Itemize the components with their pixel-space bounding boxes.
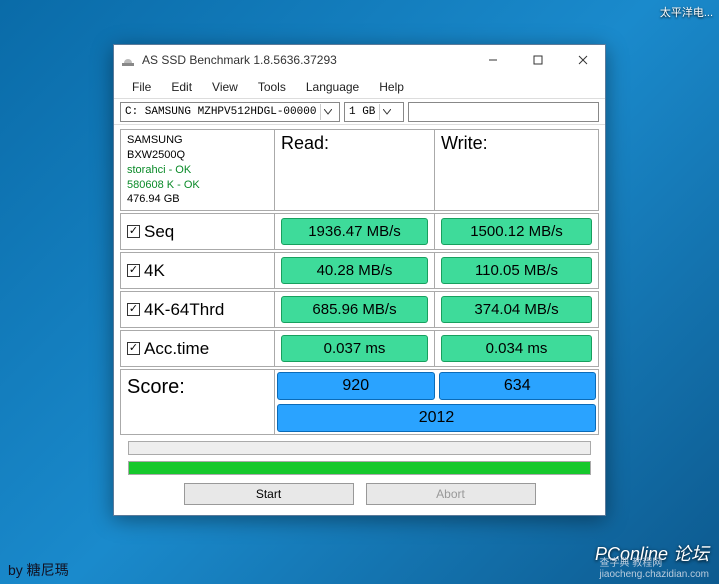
4k-write: 110.05 MB/s	[441, 257, 592, 284]
header-write: Write:	[435, 130, 598, 210]
device-driver: storahci - OK	[127, 163, 268, 178]
chevron-down-icon	[379, 104, 393, 120]
device-model: BXW2500Q	[127, 148, 268, 163]
device-info: SAMSUNG BXW2500Q storahci - OK 580608 K …	[121, 130, 275, 210]
test-4k64: 4K-64Thrd	[121, 292, 275, 327]
4k64-write: 374.04 MB/s	[441, 296, 592, 323]
score-label: Score:	[121, 370, 275, 434]
watermark-top: 太平洋电...	[660, 4, 713, 20]
progress-bar-2	[128, 461, 591, 475]
test-seq-label: Seq	[144, 222, 174, 242]
drive-select[interactable]: C: SAMSUNG MZHPV512HDGL-00000	[120, 102, 340, 122]
drive-select-value: C: SAMSUNG MZHPV512HDGL-00000	[125, 106, 316, 118]
test-4k64-label: 4K-64Thrd	[144, 300, 224, 320]
titlebar: AS SSD Benchmark 1.8.5636.37293	[114, 45, 605, 75]
header-read: Read:	[275, 130, 435, 210]
close-button[interactable]	[560, 45, 605, 75]
progress-bar-1	[128, 441, 591, 455]
toolbar-textbox[interactable]	[408, 102, 599, 122]
score-read: 920	[277, 372, 435, 400]
test-4k-label: 4K	[144, 261, 165, 281]
maximize-button[interactable]	[515, 45, 560, 75]
test-acc-label: Acc.time	[144, 339, 209, 359]
row-acc: Acc.time 0.037 ms 0.034 ms	[120, 330, 599, 367]
score-write: 634	[439, 372, 597, 400]
toolbar: C: SAMSUNG MZHPV512HDGL-00000 1 GB	[114, 99, 605, 125]
app-window: AS SSD Benchmark 1.8.5636.37293 File Edi…	[113, 44, 606, 516]
4k-read: 40.28 MB/s	[281, 257, 428, 284]
watermark-by: by 糖尼瑪	[8, 560, 69, 580]
start-button[interactable]: Start	[184, 483, 354, 505]
window-title: AS SSD Benchmark 1.8.5636.37293	[142, 53, 470, 67]
content: SAMSUNG BXW2500Q storahci - OK 580608 K …	[114, 125, 605, 515]
checkbox-4k[interactable]	[127, 264, 140, 277]
row-4k: 4K 40.28 MB/s 110.05 MB/s	[120, 252, 599, 289]
app-icon	[120, 52, 136, 68]
menubar: File Edit View Tools Language Help	[114, 75, 605, 99]
score-row: Score: 920 634 2012	[120, 369, 599, 435]
score-values: 920 634 2012	[275, 370, 598, 434]
test-acc: Acc.time	[121, 331, 275, 366]
acc-read: 0.037 ms	[281, 335, 428, 362]
size-select-value: 1 GB	[349, 106, 375, 118]
device-align: 580608 K - OK	[127, 178, 268, 193]
row-seq: Seq 1936.47 MB/s 1500.12 MB/s	[120, 213, 599, 250]
button-row: Start Abort	[120, 479, 599, 515]
score-total: 2012	[277, 404, 596, 432]
header-row: SAMSUNG BXW2500Q storahci - OK 580608 K …	[120, 129, 599, 211]
menu-file[interactable]: File	[122, 78, 161, 96]
menu-tools[interactable]: Tools	[248, 78, 296, 96]
checkbox-seq[interactable]	[127, 225, 140, 238]
chevron-down-icon	[320, 104, 334, 120]
device-capacity: 476.94 GB	[127, 192, 268, 207]
checkbox-acc[interactable]	[127, 342, 140, 355]
minimize-button[interactable]	[470, 45, 515, 75]
seq-write: 1500.12 MB/s	[441, 218, 592, 245]
checkbox-4k64[interactable]	[127, 303, 140, 316]
window-buttons	[470, 45, 605, 75]
menu-view[interactable]: View	[202, 78, 248, 96]
4k64-read: 685.96 MB/s	[281, 296, 428, 323]
acc-write: 0.034 ms	[441, 335, 592, 362]
size-select[interactable]: 1 GB	[344, 102, 404, 122]
test-seq: Seq	[121, 214, 275, 249]
device-name: SAMSUNG	[127, 133, 268, 148]
menu-help[interactable]: Help	[369, 78, 414, 96]
seq-read: 1936.47 MB/s	[281, 218, 428, 245]
menu-edit[interactable]: Edit	[161, 78, 202, 96]
row-4k64: 4K-64Thrd 685.96 MB/s 374.04 MB/s	[120, 291, 599, 328]
menu-language[interactable]: Language	[296, 78, 369, 96]
abort-button: Abort	[366, 483, 536, 505]
test-4k: 4K	[121, 253, 275, 288]
watermark-site: 查字典 教程网 jiaocheng.chazidian.com	[599, 554, 709, 580]
